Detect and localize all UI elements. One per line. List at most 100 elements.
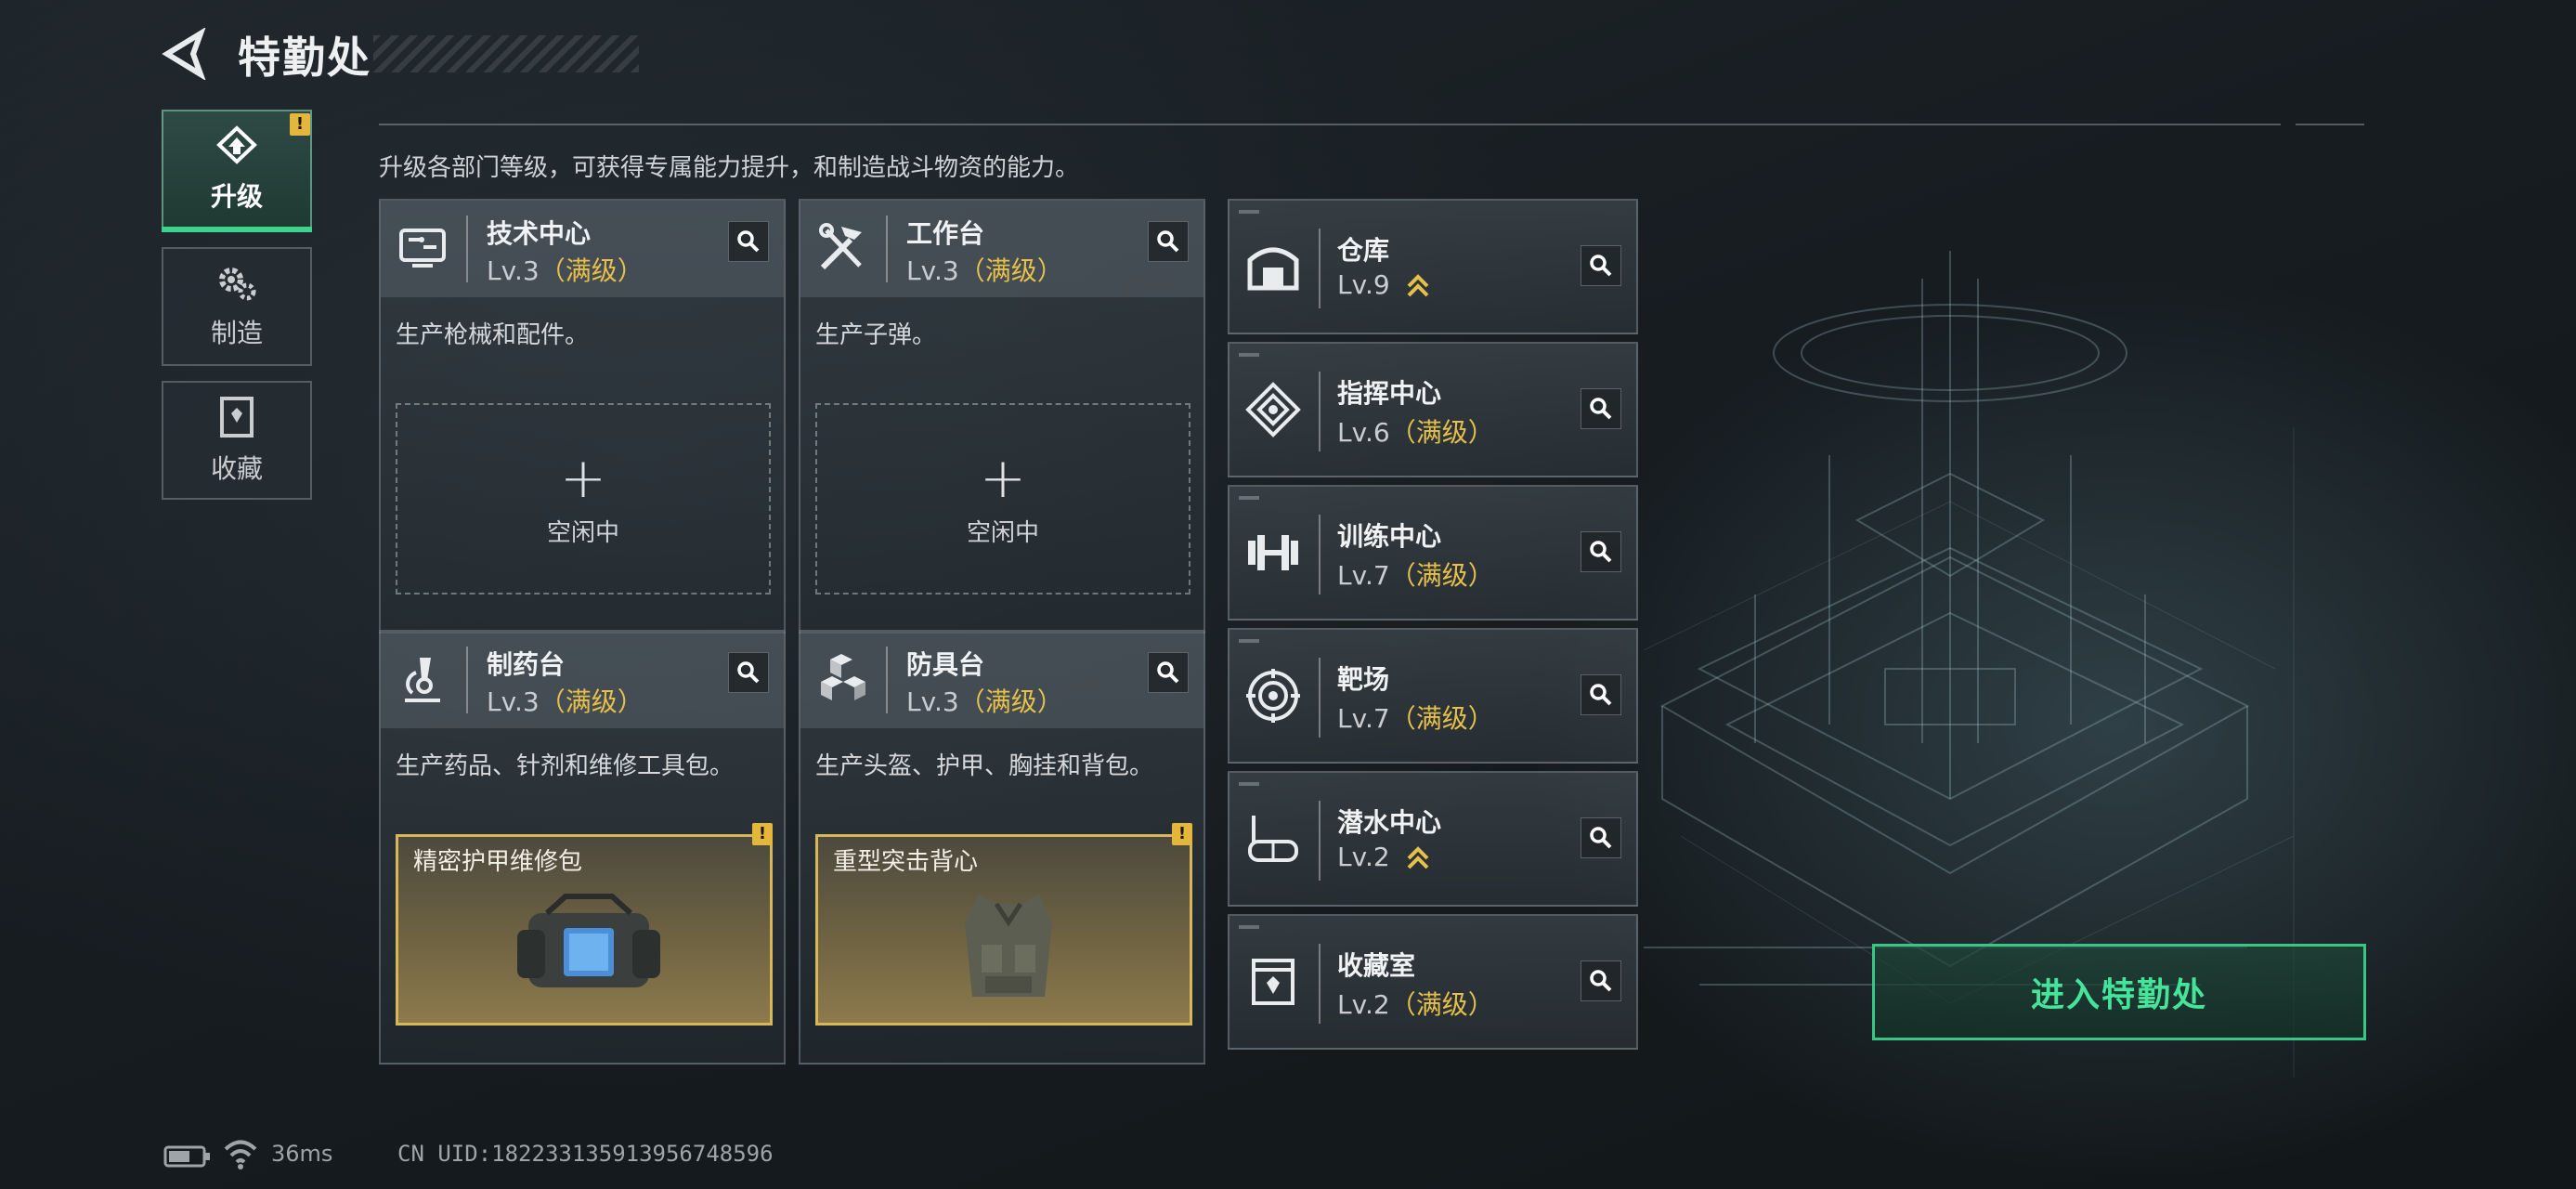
tab-upgrade-label: 升级 xyxy=(210,181,263,212)
station-description: 生产药品、针剂和维修工具包。 xyxy=(396,752,735,780)
station-level: Lv.3（满级） xyxy=(906,255,1063,286)
max-level-tag: （满级） xyxy=(539,255,644,286)
assault-vest-image xyxy=(965,895,1052,997)
station-description: 生产枪械和配件。 xyxy=(396,321,590,349)
max-level-tag: （满级） xyxy=(1389,989,1494,1020)
network-latency: 36ms xyxy=(271,1141,333,1167)
wifi-icon xyxy=(224,1140,257,1169)
production-slot-item[interactable]: 精密护甲维修包 xyxy=(396,834,773,1026)
station-card-tech-center[interactable]: 技术中心 Lv.3（满级） 生产枪械和配件。 + 空闲中 xyxy=(379,199,786,634)
facility-row-warehouse[interactable]: 仓库 Lv.9 xyxy=(1228,199,1638,334)
facility-row-training-center[interactable]: 训练中心 Lv.7（满级） xyxy=(1228,485,1638,621)
station-name: 工作台 xyxy=(906,218,985,249)
battery-icon xyxy=(163,1145,210,1168)
facility-name: 收藏室 xyxy=(1337,950,1416,981)
tab-craft[interactable]: 制造 xyxy=(162,247,312,366)
facility-level: Lv.6（满级） xyxy=(1337,417,1494,448)
item-name: 重型突击背心 xyxy=(833,848,979,876)
inspect-button[interactable] xyxy=(1581,531,1621,572)
max-level-tag: （满级） xyxy=(539,686,644,717)
enter-special-ops-button[interactable]: 进入特勤处 xyxy=(1872,944,2366,1040)
facility-level: Lv.7（满级） xyxy=(1337,560,1494,591)
max-level-tag: （满级） xyxy=(958,686,1063,717)
facility-name: 训练中心 xyxy=(1337,521,1442,552)
max-level-tag: （满级） xyxy=(1389,560,1494,591)
card-header: 技术中心 Lv.3（满级） xyxy=(381,201,784,297)
slot-status: 空闲中 xyxy=(546,518,619,547)
inspect-button[interactable] xyxy=(1581,388,1621,429)
tab-active-indicator xyxy=(162,227,312,232)
inspect-button[interactable] xyxy=(1581,674,1621,715)
facility-name: 潜水中心 xyxy=(1337,807,1442,838)
magnifier-icon xyxy=(1590,541,1612,563)
production-slot-item[interactable]: 重型突击背心 xyxy=(815,834,1192,1026)
plus-icon: + xyxy=(559,445,607,511)
inspect-button[interactable] xyxy=(1581,245,1621,286)
header-divider-end xyxy=(2296,124,2364,125)
inspect-button[interactable] xyxy=(1581,960,1621,1001)
inspect-button[interactable] xyxy=(728,221,769,262)
facility-row-shooting-range[interactable]: 靶场 Lv.7（满级） xyxy=(1228,628,1638,764)
station-card-armor[interactable]: 防具台 Lv.3（满级） 生产头盔、护甲、胸挂和背包。 重型突击背心 ! xyxy=(799,630,1205,1065)
production-slot-idle[interactable]: + 空闲中 xyxy=(396,403,771,594)
warehouse-icon xyxy=(1247,247,1299,291)
magnifier-icon xyxy=(1590,827,1612,849)
dumbbell-icon xyxy=(1248,535,1298,570)
tab-collection-label: 收藏 xyxy=(210,453,263,484)
user-uid: CN UID:1822331359139567485​96 xyxy=(397,1141,774,1167)
facility-level: Lv.2 xyxy=(1337,842,1430,873)
station-card-pharmacy[interactable]: 制药台 Lv.3（满级） 生产药品、针剂和维修工具包。 精密护甲维修包 ! xyxy=(379,630,786,1065)
gears-icon xyxy=(219,268,256,301)
card-header: 制药台 Lv.3（满级） xyxy=(381,632,784,728)
station-name: 技术中心 xyxy=(487,218,592,249)
facility-name: 仓库 xyxy=(1337,235,1390,266)
upgrade-alert-badge: ! xyxy=(290,113,310,136)
station-card-workbench[interactable]: 工作台 Lv.3（满级） 生产子弹。 + 空闲中 xyxy=(799,199,1205,634)
inspect-button[interactable] xyxy=(1148,652,1189,693)
item-alert-badge: ! xyxy=(1172,823,1192,845)
facility-row-collection-room[interactable]: 收藏室 Lv.2（满级） xyxy=(1228,914,1638,1050)
header-divider xyxy=(379,124,2281,125)
dive-mask-icon xyxy=(1248,816,1298,862)
inspect-button[interactable] xyxy=(1581,817,1621,858)
armor-cubes-icon xyxy=(821,654,865,700)
magnifier-icon xyxy=(1157,230,1179,253)
tab-craft-label: 制造 xyxy=(210,318,263,348)
facility-row-command-center[interactable]: 指挥中心 Lv.6（满级） xyxy=(1228,342,1638,477)
facility-level: Lv.7（满级） xyxy=(1337,703,1494,734)
page-subtitle: 升级各部门等级，可获得专属能力提升，和制造战斗物资的能力。 xyxy=(379,154,1080,182)
card-header: 防具台 Lv.3（满级） xyxy=(800,632,1203,728)
facility-name: 指挥中心 xyxy=(1337,378,1442,409)
magnifier-icon xyxy=(1590,255,1612,277)
title-decoration xyxy=(373,35,639,72)
back-arrow-icon[interactable] xyxy=(160,28,212,80)
facility-name: 靶场 xyxy=(1337,664,1390,695)
card-header: 工作台 Lv.3（满级） xyxy=(800,201,1203,297)
item-alert-badge: ! xyxy=(752,823,773,845)
tab-collection[interactable]: 收藏 xyxy=(162,381,312,500)
facility-level: Lv.9 xyxy=(1337,269,1430,301)
armor-repair-kit-image xyxy=(517,894,660,987)
max-level-tag: （满级） xyxy=(1389,703,1494,734)
plus-icon: + xyxy=(979,445,1027,511)
station-name: 防具台 xyxy=(906,649,985,680)
magnifier-icon xyxy=(1590,970,1612,992)
item-name: 精密护甲维修包 xyxy=(413,848,583,876)
microscope-icon xyxy=(405,658,440,702)
production-slot-idle[interactable]: + 空闲中 xyxy=(815,403,1190,594)
max-level-tag: （满级） xyxy=(958,255,1063,286)
magnifier-icon xyxy=(1590,684,1612,706)
slot-status: 空闲中 xyxy=(966,518,1039,547)
target-icon xyxy=(1246,669,1300,723)
facility-level: Lv.2（满级） xyxy=(1337,989,1494,1020)
inspect-button[interactable] xyxy=(728,652,769,693)
magnifier-icon xyxy=(737,661,760,684)
upgrade-available-icon xyxy=(1407,846,1429,869)
station-description: 生产子弹。 xyxy=(815,321,937,349)
collection-icon xyxy=(220,397,254,438)
station-level: Lv.3（满级） xyxy=(906,686,1063,717)
facility-row-dive-center[interactable]: 潜水中心 Lv.2 xyxy=(1228,771,1638,907)
station-name: 制药台 xyxy=(487,649,566,680)
station-description: 生产头盔、护甲、胸挂和背包。 xyxy=(815,752,1154,780)
inspect-button[interactable] xyxy=(1148,221,1189,262)
